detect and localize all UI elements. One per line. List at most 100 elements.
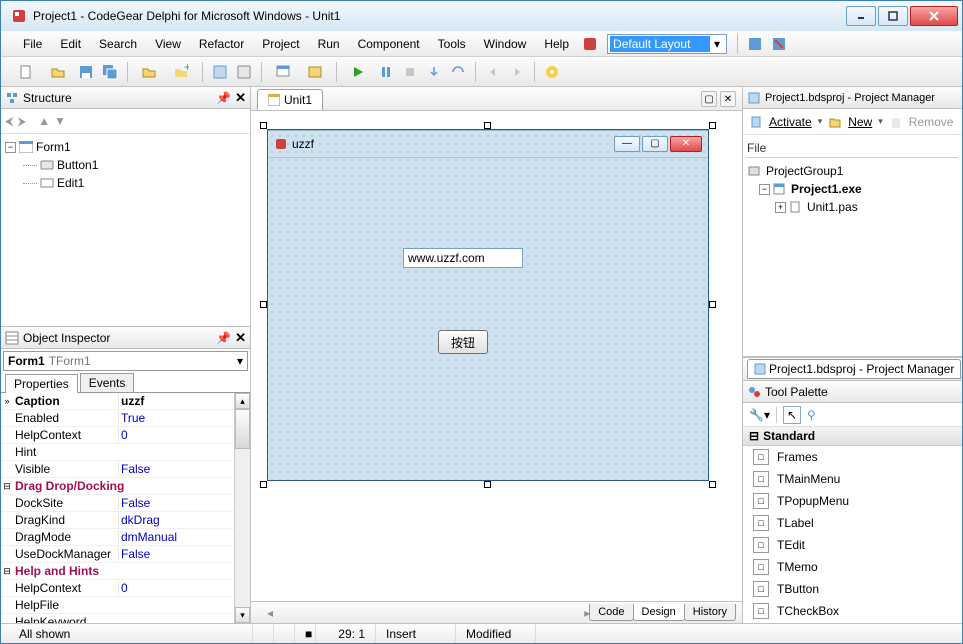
property-category[interactable]: ⊟Help and Hints <box>1 563 250 580</box>
palette-item[interactable]: □TButton <box>743 578 962 600</box>
titlebar[interactable]: Project1 - CodeGear Delphi for Microsoft… <box>1 1 962 31</box>
property-row[interactable]: UseDockManagerFalse <box>1 546 250 563</box>
category-standard[interactable]: ⊟ Standard <box>743 427 962 446</box>
macro-record-icon[interactable] <box>274 624 295 643</box>
help-button[interactable] <box>541 61 563 83</box>
property-row[interactable]: DragModedmManual <box>1 529 250 546</box>
category-dropdown-icon[interactable]: 🔧▾ <box>749 408 770 422</box>
palette-item[interactable]: □TMemo <box>743 556 962 578</box>
palette-body[interactable]: ⊟ Standard □Frames□TMainMenu□TPopupMenu□… <box>743 427 962 623</box>
menu-search[interactable]: Search <box>91 34 145 54</box>
structure-tree[interactable]: − Form1 Button1 Edit1 <box>1 134 250 326</box>
palette-item[interactable]: □TCheckBox <box>743 600 962 622</box>
open-button[interactable] <box>43 61 73 83</box>
menu-view[interactable]: View <box>147 34 189 54</box>
scroll-right-icon[interactable]: ▸ <box>584 606 590 620</box>
step-over-button[interactable] <box>447 61 469 83</box>
from-repo-button[interactable] <box>300 61 330 83</box>
save-button[interactable] <box>75 61 97 83</box>
view-unit-button[interactable] <box>209 61 231 83</box>
new-form-button[interactable] <box>268 61 298 83</box>
property-value[interactable]: False <box>118 547 250 561</box>
property-row[interactable]: HelpFile <box>1 597 250 614</box>
property-value[interactable]: False <box>118 496 250 510</box>
property-value[interactable]: 0 <box>118 581 250 595</box>
tab-events[interactable]: Events <box>80 373 135 392</box>
nav-back-button[interactable] <box>482 61 504 83</box>
pointer-icon[interactable]: ↖ <box>783 406 801 424</box>
pin-icon[interactable]: 📌 <box>216 91 231 105</box>
resize-handle[interactable] <box>260 122 267 129</box>
form-designer[interactable]: uzzf — ▢ ✕ www.uzzf.com 按钮 <box>263 125 713 485</box>
save-all-button[interactable] <box>99 61 121 83</box>
resize-handle[interactable] <box>484 122 491 129</box>
property-value[interactable]: dmManual <box>118 530 250 544</box>
close-panel-icon[interactable]: ✕ <box>235 330 246 346</box>
property-value[interactable]: False <box>118 462 250 476</box>
palette-item[interactable]: □Frames <box>743 446 962 468</box>
macro-play-icon[interactable] <box>253 624 274 643</box>
property-grid[interactable]: ▴ ▾ »CaptionuzzfEnabledTrueHelpContext0 H… <box>1 393 250 623</box>
scroll-up-icon[interactable]: ▴ <box>235 393 250 409</box>
property-row[interactable]: DockSiteFalse <box>1 495 250 512</box>
expand-icon[interactable]: ⊟ <box>1 481 13 492</box>
close-panel-icon[interactable]: ✕ <box>235 90 246 106</box>
run-button[interactable] <box>343 61 373 83</box>
collapse-icon[interactable]: − <box>5 142 16 153</box>
nav-fwd-button[interactable] <box>506 61 528 83</box>
menu-refactor[interactable]: Refactor <box>191 34 252 54</box>
open-project-button[interactable] <box>134 61 164 83</box>
menu-component[interactable]: Component <box>350 34 428 54</box>
maximize-button[interactable] <box>878 6 908 26</box>
resize-handle[interactable] <box>260 301 267 308</box>
property-row[interactable]: »Captionuzzf <box>1 393 250 410</box>
property-value[interactable]: True <box>118 411 250 425</box>
property-row[interactable]: HelpKeyword <box>1 614 250 623</box>
trace-into-button[interactable] <box>423 61 445 83</box>
component-selector[interactable]: Form1 TForm1 ▾ <box>3 351 248 371</box>
scroll-down-icon[interactable]: ▾ <box>235 607 250 623</box>
menu-tools[interactable]: Tools <box>430 34 474 54</box>
pin-icon[interactable]: 📌 <box>216 331 231 345</box>
property-row[interactable]: VisibleFalse <box>1 461 250 478</box>
scrollbar[interactable]: ▴ ▾ <box>234 393 250 623</box>
expand-icon[interactable]: » <box>1 396 13 406</box>
chevron-down-icon[interactable]: ▾ <box>878 116 883 127</box>
menu-run[interactable]: Run <box>310 34 348 54</box>
delete-layout-icon[interactable] <box>770 35 788 53</box>
property-category[interactable]: ⊟Drag Drop/Docking <box>1 478 250 495</box>
tab-properties[interactable]: Properties <box>5 374 78 393</box>
tree-node-edit[interactable]: Edit1 <box>5 174 246 192</box>
palette-item[interactable]: □TLabel <box>743 512 962 534</box>
tree-node-form[interactable]: − Form1 <box>5 138 246 156</box>
chevron-down-icon[interactable]: ▾ <box>818 116 823 127</box>
resize-handle[interactable] <box>709 481 716 488</box>
tab-code[interactable]: Code <box>589 604 633 621</box>
property-value[interactable]: uzzf <box>118 394 250 408</box>
property-row[interactable]: EnabledTrue <box>1 410 250 427</box>
palette-item[interactable]: □TEdit <box>743 534 962 556</box>
close-button[interactable] <box>910 6 958 26</box>
menu-file[interactable]: File <box>15 34 50 54</box>
palette-item[interactable]: □TPopupMenu <box>743 490 962 512</box>
scroll-left-icon[interactable]: ◂ <box>267 606 273 620</box>
tree-node-button[interactable]: Button1 <box>5 156 246 174</box>
resize-handle[interactable] <box>709 301 716 308</box>
property-value[interactable]: 0 <box>118 428 250 442</box>
expand-icon[interactable]: ⊟ <box>1 566 13 577</box>
tab-project-manager[interactable]: Project1.bdsproj - Project Manager <box>747 359 961 379</box>
macro-stop-icon[interactable]: ■ <box>295 624 316 643</box>
edit-control[interactable]: www.uzzf.com <box>403 248 523 268</box>
project-tree[interactable]: File ProjectGroup1 − Project1.exe + Unit… <box>743 135 962 356</box>
nav-back-icon[interactable]: ⮜ <box>5 114 14 129</box>
add-file-button[interactable]: + <box>166 61 196 83</box>
tree-project[interactable]: − Project1.exe <box>747 180 958 198</box>
move-down-icon[interactable]: ▼ <box>54 114 66 128</box>
property-row[interactable]: HelpContext0 <box>1 427 250 444</box>
expand-icon[interactable]: + <box>775 202 786 213</box>
pause-button[interactable] <box>375 61 397 83</box>
minimize-button[interactable] <box>846 6 876 26</box>
maximize-editor-icon[interactable]: ▢ <box>701 91 717 107</box>
view-form-button[interactable] <box>233 61 255 83</box>
property-row[interactable]: DragKinddkDrag <box>1 512 250 529</box>
